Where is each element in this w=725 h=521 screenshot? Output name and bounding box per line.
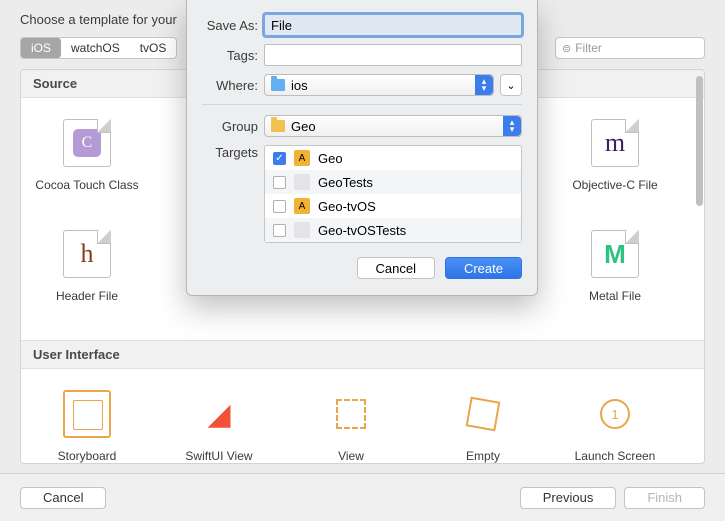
sheet-create-button[interactable]: Create <box>445 257 522 279</box>
template-launch-screen[interactable]: 1 Launch Screen <box>549 379 681 464</box>
template-header-file[interactable]: h Header File <box>21 219 153 330</box>
view-icon <box>336 399 366 429</box>
platform-tvos[interactable]: tvOS <box>130 38 177 58</box>
footer: Cancel Previous Finish <box>0 473 725 521</box>
app-icon <box>294 174 310 190</box>
group-popup[interactable]: Geo ▴▾ <box>264 115 522 137</box>
target-row[interactable]: Geo-tvOSTests <box>265 218 521 242</box>
targets-label: Targets <box>202 145 264 160</box>
cancel-button[interactable]: Cancel <box>20 487 106 509</box>
save-as-input[interactable] <box>264 14 522 36</box>
target-label: Geo <box>318 151 343 166</box>
swift-icon: ◢ <box>207 397 230 432</box>
template-objective-c-file[interactable]: m Objective-C File <box>549 108 681 219</box>
expand-button[interactable]: ⌄ <box>500 74 522 96</box>
group-value: Geo <box>291 119 316 134</box>
app-icon: A <box>294 198 310 214</box>
app-icon <box>294 222 310 238</box>
checkbox[interactable] <box>273 200 286 213</box>
target-row[interactable]: A Geo-tvOS <box>265 194 521 218</box>
target-label: Geo-tvOS <box>318 199 376 214</box>
template-label: Launch Screen <box>549 449 681 464</box>
template-label: Empty <box>417 449 549 464</box>
cocoa-icon: C <box>63 119 111 167</box>
tags-input[interactable] <box>264 44 522 66</box>
target-row[interactable]: ✓ A Geo <box>265 146 521 170</box>
folder-icon <box>271 120 285 132</box>
checkbox[interactable] <box>273 176 286 189</box>
platform-watchos[interactable]: watchOS <box>61 38 130 58</box>
filter-field[interactable]: ⊜ Filter <box>555 37 705 59</box>
checkbox[interactable]: ✓ <box>273 152 286 165</box>
tags-label: Tags: <box>202 48 264 63</box>
targets-list: ✓ A Geo GeoTests A Geo-tvOS Geo-tvOSTest… <box>264 145 522 243</box>
platform-ios[interactable]: iOS <box>21 38 61 58</box>
m-icon: m <box>591 119 639 167</box>
folder-icon <box>271 79 285 91</box>
checkbox[interactable] <box>273 224 286 237</box>
scrollbar[interactable] <box>696 76 703 206</box>
metal-icon: M <box>591 230 639 278</box>
storyboard-icon <box>63 390 111 438</box>
filter-placeholder: Filter <box>575 41 602 55</box>
group-label: Group <box>202 119 264 134</box>
finish-button: Finish <box>624 487 705 509</box>
template-label: View <box>285 449 417 464</box>
where-popup[interactable]: ios ▴▾ <box>264 74 494 96</box>
save-sheet: Save As: Tags: Where: ios ▴▾ ⌄ Group Geo… <box>186 0 538 296</box>
target-label: Geo-tvOSTests <box>318 223 406 238</box>
divider <box>202 104 522 105</box>
template-swiftui-view[interactable]: ◢ SwiftUI View <box>153 379 285 464</box>
template-view[interactable]: View <box>285 379 417 464</box>
platform-segmented[interactable]: iOS watchOS tvOS <box>20 37 177 59</box>
chevron-updown-icon: ▴▾ <box>503 116 521 136</box>
template-label: Storyboard <box>21 449 153 464</box>
chevron-updown-icon: ▴▾ <box>475 75 493 95</box>
filter-icon: ⊜ <box>562 42 571 55</box>
previous-button[interactable]: Previous <box>520 487 617 509</box>
section-ui-grid: Storyboard ◢ SwiftUI View View Empty 1 L… <box>21 369 704 464</box>
save-as-label: Save As: <box>202 18 264 33</box>
template-label: Objective-C File <box>549 178 681 194</box>
template-label: SwiftUI View <box>153 449 285 464</box>
where-value: ios <box>291 78 308 93</box>
where-label: Where: <box>202 78 264 93</box>
chevron-down-icon: ⌄ <box>506 79 515 92</box>
template-storyboard[interactable]: Storyboard <box>21 379 153 464</box>
section-ui-header: User Interface <box>21 340 704 369</box>
empty-icon <box>466 397 501 432</box>
launch-icon: 1 <box>600 399 630 429</box>
h-icon: h <box>63 230 111 278</box>
template-label: Cocoa Touch Class <box>21 178 153 194</box>
app-icon: A <box>294 150 310 166</box>
template-empty[interactable]: Empty <box>417 379 549 464</box>
target-row[interactable]: GeoTests <box>265 170 521 194</box>
template-label: Header File <box>21 289 153 305</box>
target-label: GeoTests <box>318 175 373 190</box>
template-metal-file[interactable]: M Metal File <box>549 219 681 330</box>
template-cocoa-touch-class[interactable]: C Cocoa Touch Class <box>21 108 153 219</box>
sheet-cancel-button[interactable]: Cancel <box>357 257 435 279</box>
template-label: Metal File <box>549 289 681 305</box>
